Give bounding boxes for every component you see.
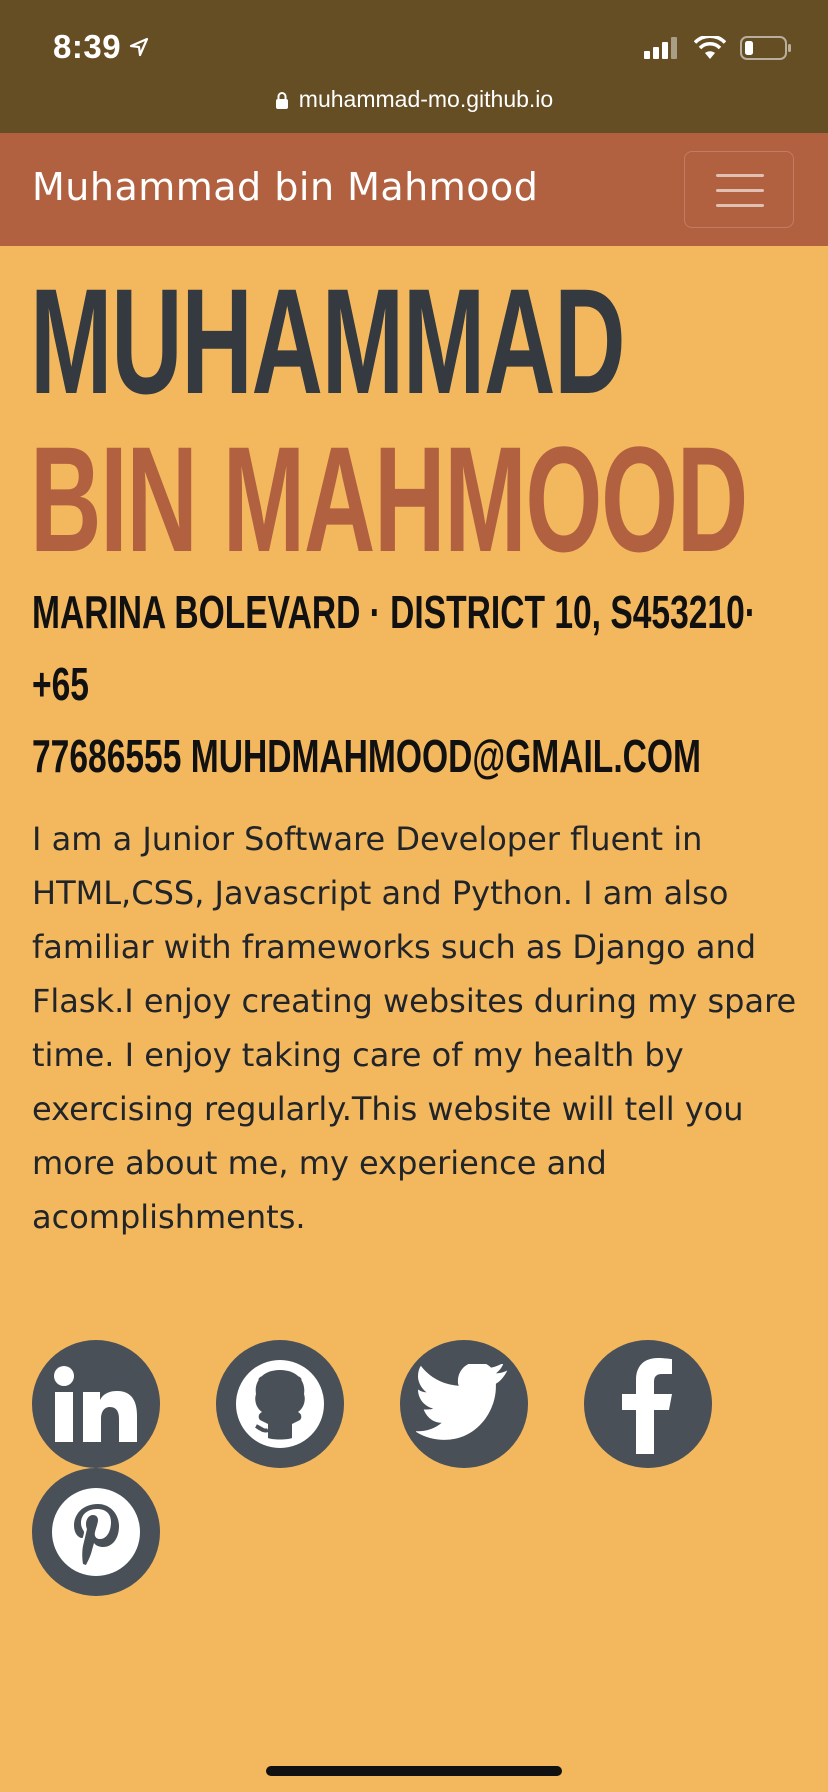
contact-phone-email: 77686555 muhdmahmood@gmail.com xyxy=(32,730,701,782)
address-bar[interactable]: muhammad-mo.github.io xyxy=(0,86,828,113)
url-text: muhammad-mo.github.io xyxy=(298,86,554,112)
last-name: bin Mahmood xyxy=(30,415,748,583)
pinterest-button[interactable] xyxy=(32,1468,160,1596)
linkedin-icon xyxy=(54,1366,137,1442)
home-indicator xyxy=(266,1766,562,1776)
contact-info: Marina Bolevard · District 10, S453210· … xyxy=(32,576,762,792)
linkedin-button[interactable] xyxy=(32,1340,160,1468)
pinterest-icon xyxy=(52,1488,140,1576)
page-title: Muhammad bin Mahmood xyxy=(30,262,828,578)
first-name: Muhammad xyxy=(30,257,626,425)
status-bar: 8:39 muhammad-mo.github.io xyxy=(0,0,828,133)
location-arrow-icon xyxy=(129,37,149,57)
wifi-icon xyxy=(694,36,726,59)
battery-icon xyxy=(740,36,791,60)
status-indicators xyxy=(644,36,792,60)
twitter-icon xyxy=(416,1364,508,1440)
menu-toggle-button[interactable] xyxy=(684,151,794,228)
cellular-signal-icon xyxy=(644,37,677,59)
navbar-brand[interactable]: Muhammad bin Mahmood xyxy=(32,165,538,209)
hamburger-icon xyxy=(716,189,764,192)
lock-icon xyxy=(275,91,288,109)
contact-address: Marina Bolevard · District 10, S453210· … xyxy=(32,586,756,710)
status-time: 8:39 xyxy=(53,28,149,66)
clock-text: 8:39 xyxy=(53,28,122,65)
bio-text: I am a Junior Software Developer fluent … xyxy=(32,820,797,1236)
twitter-button[interactable] xyxy=(400,1340,528,1468)
navbar: Muhammad bin Mahmood xyxy=(0,133,828,246)
hamburger-icon xyxy=(716,174,764,177)
facebook-button[interactable] xyxy=(584,1340,712,1468)
facebook-icon xyxy=(622,1358,672,1454)
github-icon xyxy=(236,1360,324,1448)
github-button[interactable] xyxy=(216,1340,344,1468)
hamburger-icon xyxy=(716,204,764,207)
